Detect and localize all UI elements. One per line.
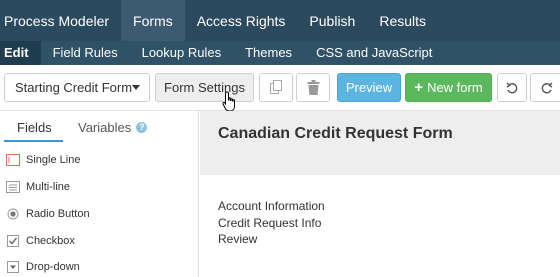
undo-icon [506,82,518,93]
field-drop-down[interactable]: Drop-down [6,258,80,276]
copy-icon [270,80,282,94]
subnav-field-rules[interactable]: Field Rules [41,41,130,65]
field-checkbox[interactable]: Checkbox [6,232,75,250]
field-label: Multi-line [26,181,71,193]
subnav-lookup-rules[interactable]: Lookup Rules [130,41,234,65]
new-form-button[interactable]: + New form [405,73,492,102]
plus-icon: + [414,79,424,96]
checkbox-icon [6,234,20,248]
tab-variables-label: Variables [78,120,132,135]
field-radio-button[interactable]: Radio Button [6,205,90,223]
sub-nav: Edit Field Rules Lookup Rules Themes CSS… [0,41,560,65]
nav-forms[interactable]: Forms [121,0,185,41]
redo-button[interactable] [530,73,560,102]
redo-icon [541,82,553,93]
form-select-value: Starting Credit Form [15,80,133,95]
radio-icon [6,207,20,221]
new-form-label: New form [427,80,483,95]
subnav-css-javascript[interactable]: CSS and JavaScript [304,41,444,65]
section-review[interactable]: Review [218,231,325,248]
tab-fields[interactable]: Fields [17,120,52,135]
section-credit-request-info[interactable]: Credit Request Info [218,215,325,232]
undo-button[interactable] [497,73,527,102]
nav-access-rights[interactable]: Access Rights [185,0,298,41]
section-account-information[interactable]: Account Information [218,198,325,215]
field-multi-line[interactable]: Multi-line [6,178,70,196]
hand-cursor-icon [222,91,235,112]
nav-results[interactable]: Results [367,0,438,41]
field-single-line[interactable]: Single Line [6,151,80,169]
field-label: Radio Button [26,208,90,220]
form-title[interactable]: Canadian Credit Request Form [218,125,453,143]
field-label: Single Line [26,154,81,166]
form-header [200,111,560,175]
nav-publish[interactable]: Publish [297,0,367,41]
top-nav: Process Modeler Forms Access Rights Publ… [0,0,560,41]
single-line-icon [6,153,20,167]
active-tab-indicator [4,140,63,142]
trash-icon [307,80,319,95]
toolbar: Starting Credit Form Form Settings Previ… [0,65,560,111]
multi-line-icon [6,180,20,194]
field-label: Drop-down [26,261,80,273]
nav-process-modeler[interactable]: Process Modeler [0,0,121,41]
tab-variables[interactable]: Variables ? [78,120,148,135]
dropdown-icon [6,260,20,274]
preview-button[interactable]: Preview [337,73,401,102]
delete-button[interactable] [296,73,330,102]
chevron-down-icon [132,85,141,90]
form-sections: Account Information Credit Request Info … [218,198,325,248]
form-select[interactable]: Starting Credit Form [4,73,150,102]
copy-button[interactable] [259,73,293,102]
field-label: Checkbox [26,235,75,247]
help-icon[interactable]: ? [136,122,148,133]
subnav-themes[interactable]: Themes [233,41,304,65]
subnav-edit[interactable]: Edit [0,41,41,65]
